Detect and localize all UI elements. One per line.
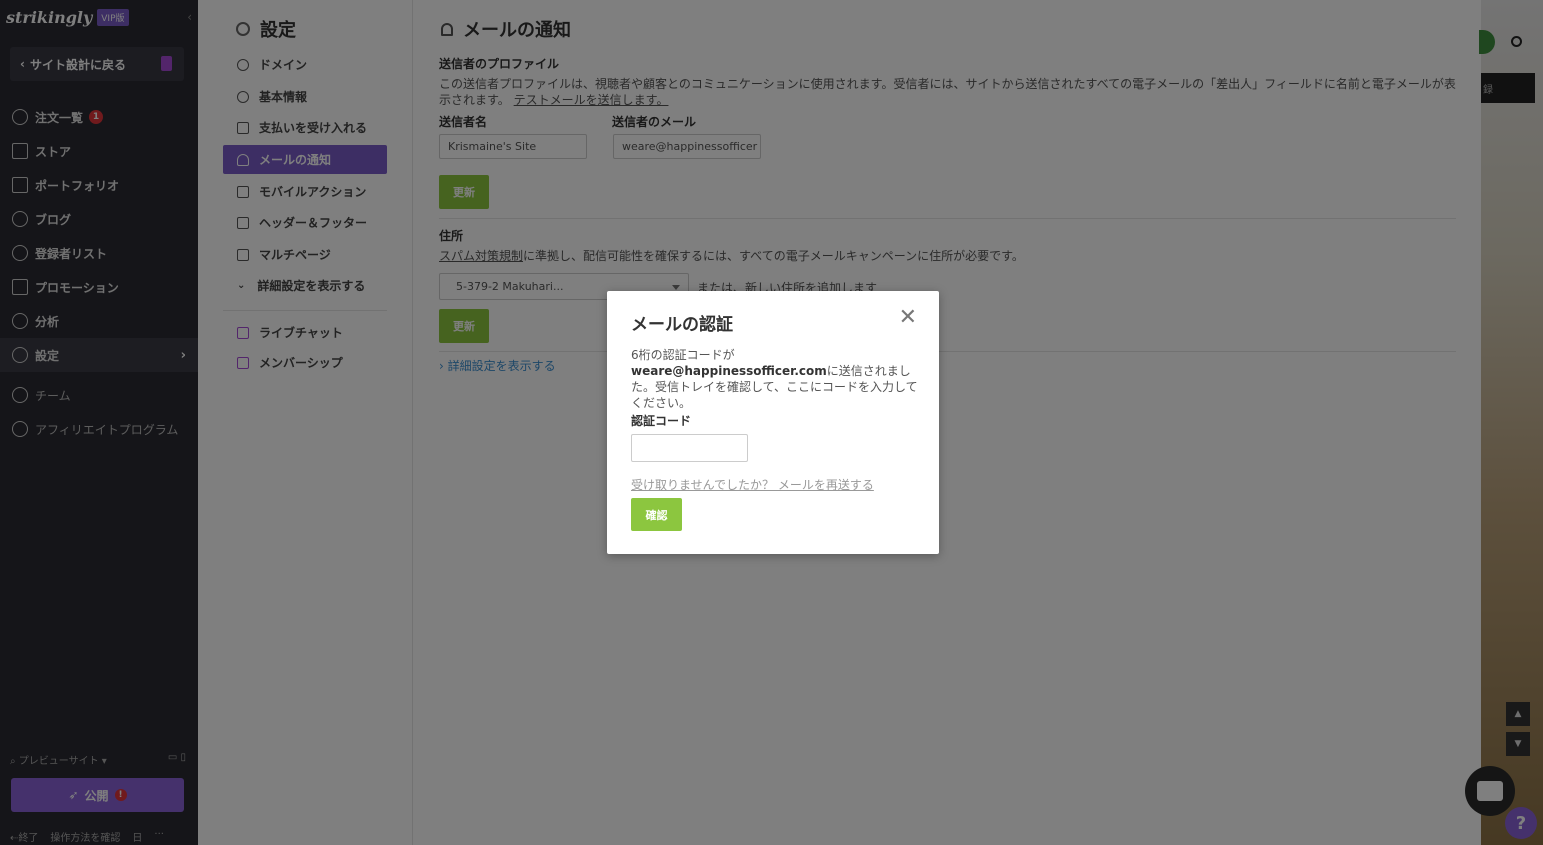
message-prefix: 6桁の認証コードが [631,348,735,362]
verification-code-label: 認証コード [631,414,692,428]
verification-code-input[interactable] [631,434,748,462]
message-email: weare@happinessofficer.com [631,364,827,378]
modal-title: メールの認証 [631,315,733,335]
resend-email-link[interactable]: 受け取りませんでしたか？ メールを再送する [631,476,874,493]
close-icon[interactable]: ✕ [899,307,917,329]
confirm-button[interactable]: 確認 [631,498,682,531]
email-verification-modal: メールの認証 ✕ 6桁の認証コードが weare@happinessofficer… [607,291,939,554]
modal-message: 6桁の認証コードがweare@happinessofficer.comに送信され… [631,347,921,411]
